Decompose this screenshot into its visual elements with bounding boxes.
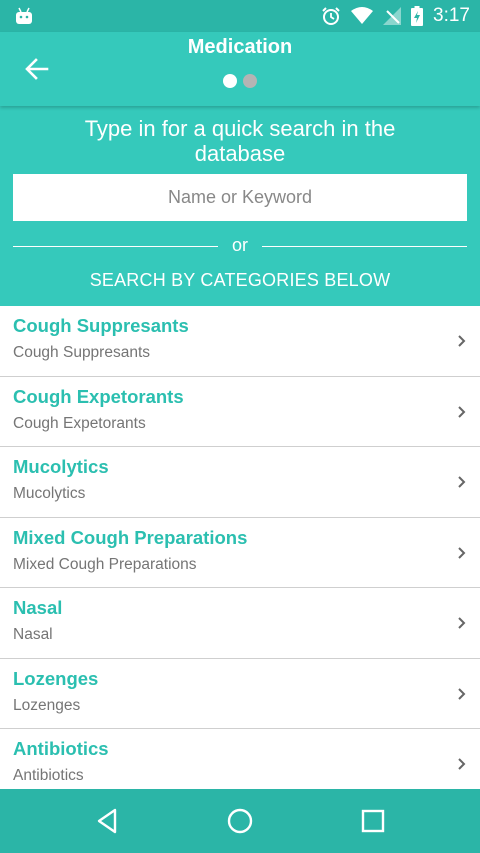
chevron-right-icon <box>458 476 466 488</box>
category-title: Cough Expetorants <box>13 385 184 407</box>
status-time: 3:17 <box>433 5 470 26</box>
categories-heading: SEARCH BY CATEGORIES BELOW <box>89 270 391 290</box>
category-item-cough-suppresants[interactable]: Cough Suppresants Cough Suppresants <box>0 306 480 377</box>
chevron-right-icon <box>458 405 466 418</box>
category-item-mucolytics[interactable]: Mucolytics Mucolytics <box>0 447 480 518</box>
category-title: Cough Suppresants <box>13 315 189 336</box>
category-title: Mixed Cough Preparations <box>13 526 248 548</box>
battery-charging-icon <box>411 6 424 26</box>
category-title: Mucolytics <box>13 456 109 477</box>
category-subtitle: Lozenges <box>13 696 81 714</box>
chevron-right-icon <box>458 617 466 629</box>
category-item-nasal[interactable]: Nasal Nasal <box>0 588 480 659</box>
app-bar: Medication <box>0 32 480 106</box>
category-item-lozenges[interactable]: Lozenges Lozenges <box>0 659 480 729</box>
category-subtitle: Mucolytics <box>13 485 86 502</box>
android-icon <box>16 7 32 24</box>
category-subtitle: Antibiotics <box>13 767 84 784</box>
recents-square-icon[interactable] <box>357 805 389 837</box>
category-list: Cough Suppresants Cough Suppresants Coug… <box>0 306 480 789</box>
chevron-right-icon <box>458 758 466 770</box>
search-panel: Type in for a quick search in the databa… <box>0 106 480 306</box>
category-item-cough-expetorants[interactable]: Cough Expetorants Cough Expetorants <box>0 377 480 447</box>
signal-icon <box>383 7 402 25</box>
search-prompt: Type in for a quick search in the databa… <box>84 116 396 166</box>
back-triangle-icon[interactable] <box>91 805 123 837</box>
search-input[interactable] <box>13 174 467 221</box>
category-subtitle: Cough Expetorants <box>13 414 146 432</box>
page-dot-active <box>223 74 237 88</box>
or-divider: or <box>13 234 467 258</box>
category-subtitle: Mixed Cough Preparations <box>13 555 197 573</box>
category-item-antibiotics[interactable]: Antibiotics Antibiotics <box>0 729 480 789</box>
wifi-icon <box>351 7 374 24</box>
category-title: Antibiotics <box>13 738 109 759</box>
category-item-mixed-cough-preparations[interactable]: Mixed Cough Preparations Mixed Cough Pre… <box>0 518 480 588</box>
chevron-right-icon <box>458 687 466 700</box>
system-nav-bar <box>0 789 480 853</box>
category-subtitle: Cough Suppresants <box>13 344 151 361</box>
status-bar: 3:17 <box>0 0 480 32</box>
home-circle-icon[interactable] <box>224 805 256 837</box>
divider-line-right <box>262 246 467 247</box>
category-title: Lozenges <box>13 667 99 689</box>
page-dot-inactive <box>243 74 257 88</box>
chevron-right-icon <box>458 546 466 559</box>
chevron-right-icon <box>458 335 466 347</box>
alarm-icon <box>322 7 340 25</box>
category-title: Nasal <box>13 597 63 618</box>
category-subtitle: Nasal <box>13 626 53 643</box>
page-indicator <box>0 74 480 88</box>
page-title: Medication <box>187 36 293 58</box>
